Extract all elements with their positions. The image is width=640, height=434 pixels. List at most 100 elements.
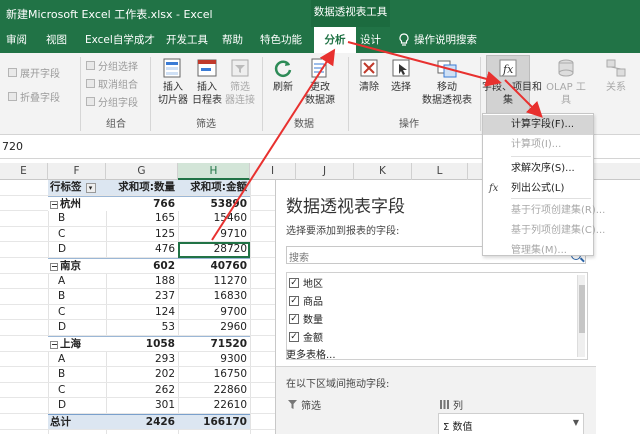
qty-cell[interactable]: 237 (106, 289, 178, 304)
amount-cell[interactable]: 16750 (178, 367, 250, 382)
tab-analyze[interactable]: 分析 (314, 27, 356, 53)
amount-cell[interactable]: 9710 (178, 227, 250, 242)
tab-features[interactable]: 特色功能 (260, 27, 302, 53)
qty-cell[interactable]: 124 (106, 305, 178, 320)
collapse-icon[interactable]: − (50, 200, 58, 209)
tell-me-search[interactable]: 操作说明搜索 (398, 27, 477, 53)
column-header[interactable]: I (250, 163, 296, 180)
field-item[interactable]: ✓ 地区 (289, 275, 323, 290)
amount-cell[interactable]: 22860 (178, 383, 250, 398)
field-item[interactable]: ✓ 数量 (289, 311, 323, 326)
filter-connections-button[interactable]: 筛选 器连接 (224, 57, 256, 107)
menu-item[interactable]: fx 列出公式(L) (483, 179, 593, 199)
column-zone[interactable]: 列 Σ 数值 ▼ (438, 395, 588, 434)
values-field-item[interactable]: Σ 数值 (443, 418, 473, 433)
menu-item[interactable]: 基于列项创建集(C)... (483, 221, 605, 241)
row-label-cell[interactable]: C (48, 305, 106, 320)
field-checkbox[interactable]: ✓ (289, 277, 299, 288)
column-header[interactable]: K (354, 163, 412, 180)
row-label-cell[interactable]: B (48, 289, 106, 304)
row-label-cell[interactable]: D (48, 398, 106, 413)
field-item[interactable]: ✓ 商品 (289, 293, 323, 308)
row-label-cell[interactable]: A (48, 274, 106, 289)
qty-cell[interactable]: 188 (106, 274, 178, 289)
amount-cell[interactable]: 16830 (178, 289, 250, 304)
tab-help[interactable]: 帮助 (222, 27, 243, 53)
sum-amount-header[interactable]: 求和项:金额 (178, 180, 250, 195)
tab-design[interactable]: 设计 (360, 27, 381, 53)
expand-field-button[interactable]: 展开字段 (8, 65, 60, 80)
qty-cell[interactable]: 476 (106, 242, 178, 257)
fields-items-sets-button[interactable]: fx 字段、项目和 集 (482, 57, 542, 107)
row-label-cell[interactable]: − 南京 (48, 258, 106, 273)
qty-cell[interactable]: 293 (106, 352, 178, 367)
field-list-scrollbar[interactable] (577, 275, 585, 357)
insert-timeline-button[interactable]: 插入 日程表 (190, 57, 224, 107)
move-pivot-button[interactable]: 移动 数据透视表 (418, 57, 476, 107)
row-label-cell[interactable]: B (48, 211, 106, 226)
qty-cell[interactable]: 202 (106, 367, 178, 382)
amount-cell[interactable]: 15460 (178, 211, 250, 226)
select-button[interactable]: 选择 (384, 57, 418, 94)
collapse-field-button[interactable]: 折叠字段 (8, 89, 60, 104)
row-label-cell[interactable]: A (48, 352, 106, 367)
amount-cell[interactable]: 40760 (178, 258, 250, 273)
more-tables-link[interactable]: 更多表格... (286, 346, 336, 361)
tab-review[interactable]: 审阅 (6, 27, 27, 53)
olap-tools-button[interactable]: OLAP 工具 (542, 57, 590, 107)
field-checkbox[interactable]: ✓ (289, 295, 299, 306)
clear-button[interactable]: 清除 (352, 57, 386, 94)
column-header-selected[interactable]: H (178, 163, 250, 180)
row-label-cell[interactable]: C (48, 227, 106, 242)
amount-cell[interactable]: 53890 (178, 195, 250, 211)
refresh-button[interactable]: 刷新 (266, 57, 300, 94)
tab-view[interactable]: 视图 (46, 27, 67, 53)
amount-cell[interactable]: 9300 (178, 352, 250, 367)
qty-cell[interactable]: 602 (106, 258, 178, 273)
column-header[interactable]: E (0, 163, 48, 180)
menu-item[interactable]: 求解次序(S)... (483, 159, 593, 179)
filter-dropdown-icon[interactable]: ▾ (85, 183, 96, 193)
column-header[interactable]: F (48, 163, 106, 180)
amount-cell[interactable]: 9700 (178, 305, 250, 320)
filter-zone[interactable]: 筛选 (286, 395, 436, 434)
change-source-button[interactable]: 更改 数据源 (300, 57, 340, 107)
collapse-icon[interactable]: − (50, 341, 58, 349)
insert-slicer-button[interactable]: 插入 切片器 (154, 57, 192, 107)
qty-cell[interactable]: 301 (106, 398, 178, 413)
row-labels-header[interactable]: 行标签 ▾ (48, 180, 106, 195)
row-label-cell[interactable]: − 杭州 (48, 195, 106, 211)
qty-cell[interactable]: 125 (106, 227, 178, 242)
row-label-cell[interactable]: D (48, 242, 106, 257)
tab-developer[interactable]: 开发工具 (166, 27, 208, 53)
column-zone-box[interactable]: Σ 数值 ▼ (438, 413, 584, 434)
menu-item[interactable]: 管理集(M)... (483, 241, 593, 261)
menu-item[interactable]: 计算字段(F)... (483, 115, 593, 135)
column-header[interactable]: J (296, 163, 354, 180)
qty-cell[interactable]: 766 (106, 195, 178, 211)
menu-item[interactable]: 基于行项创建集(R)... (483, 201, 605, 221)
amount-cell[interactable]: 22610 (178, 398, 250, 413)
group-field-button[interactable]: 分组字段 (86, 94, 138, 109)
field-checkbox[interactable]: ✓ (289, 331, 299, 342)
row-label-cell[interactable]: − 上海 (48, 336, 106, 351)
relationships-button[interactable]: 关系 (598, 57, 634, 94)
total-qty-cell[interactable]: 2426 (106, 414, 178, 429)
field-checkbox[interactable]: ✓ (289, 313, 299, 324)
amount-cell[interactable]: 71520 (178, 336, 250, 351)
row-label-cell[interactable]: D (48, 320, 106, 335)
ungroup-button[interactable]: 取消组合 (86, 76, 138, 91)
amount-cell[interactable]: 11270 (178, 274, 250, 289)
group-selection-button[interactable]: 分组选择 (86, 58, 138, 73)
column-header[interactable]: G (106, 163, 178, 180)
row-label-cell[interactable]: C (48, 383, 106, 398)
tab-excel-self-learning[interactable]: Excel自学成才 (85, 27, 155, 53)
total-amount-cell[interactable]: 166170 (178, 414, 250, 429)
qty-cell[interactable]: 53 (106, 320, 178, 335)
chevron-down-icon[interactable]: ▼ (573, 418, 579, 427)
qty-cell[interactable]: 1058 (106, 336, 178, 351)
row-label-cell[interactable]: B (48, 367, 106, 382)
sum-qty-header[interactable]: 求和项:数量 (106, 180, 178, 195)
qty-cell[interactable]: 262 (106, 383, 178, 398)
scrollbar-thumb[interactable] (579, 285, 585, 333)
